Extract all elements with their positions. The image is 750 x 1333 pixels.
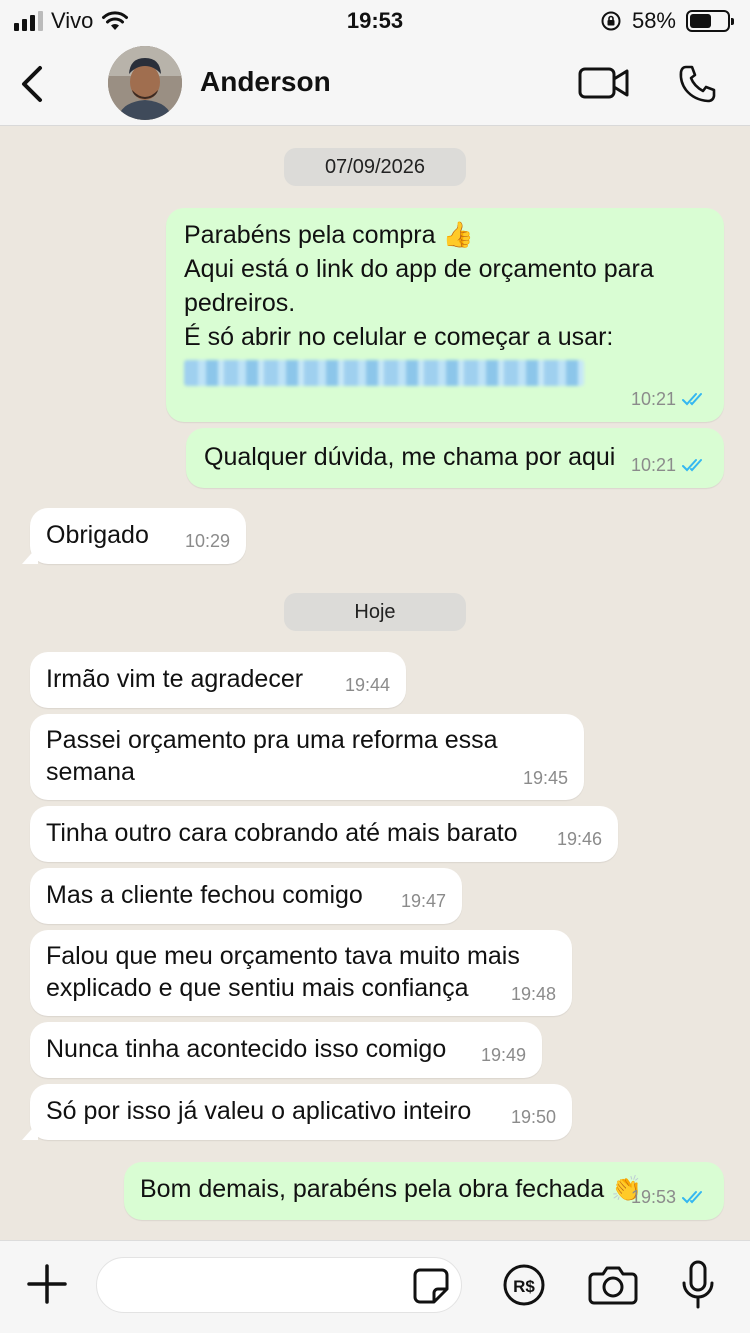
message-meta: 19:53 bbox=[631, 1180, 708, 1214]
chat-header: Anderson bbox=[0, 44, 750, 126]
message-meta: 19:45 bbox=[523, 762, 568, 794]
message-input[interactable] bbox=[96, 1257, 462, 1313]
plus-icon[interactable] bbox=[26, 1263, 68, 1305]
message-text: pedreiros. bbox=[184, 289, 296, 317]
message-text: Só por isso já valeu o aplicativo inteir… bbox=[46, 1097, 472, 1125]
read-ticks-icon bbox=[682, 393, 702, 406]
message-incoming[interactable]: Passei orçamento pra uma reforma essa se… bbox=[30, 714, 584, 800]
message-meta: 19:50 bbox=[511, 1100, 556, 1134]
message-time: 19:47 bbox=[400, 891, 446, 911]
message-text: semana bbox=[46, 758, 135, 786]
message-time: 19:45 bbox=[522, 768, 568, 788]
message-time: 19:50 bbox=[510, 1107, 556, 1127]
message-incoming[interactable]: Falou que meu orçamento tava muito mais … bbox=[30, 930, 572, 1016]
message-text: Aqui está o link do app de orçamento par… bbox=[184, 255, 654, 283]
message-text: É só abrir no celular e começar a usar: bbox=[184, 323, 614, 351]
message-meta: 19:44 bbox=[345, 668, 390, 702]
pay-label: R$ bbox=[513, 1277, 535, 1296]
contact-name[interactable]: Anderson bbox=[200, 66, 331, 98]
message-meta: 19:46 bbox=[557, 822, 602, 856]
message-text: Bom demais, parabéns pela obra fechada 👏 bbox=[140, 1175, 643, 1203]
phone-call-icon[interactable] bbox=[678, 64, 718, 104]
message-text: Parabéns pela compra 👍 bbox=[184, 221, 474, 249]
status-bar: Vivo 19:53 58% bbox=[0, 0, 750, 44]
message-meta: 10:21 bbox=[631, 382, 708, 416]
message-time: 19:53 bbox=[630, 1187, 676, 1207]
message-outgoing[interactable]: Qualquer dúvida, me chama por aqui 10:21 bbox=[186, 428, 724, 488]
message-time: 10:29 bbox=[184, 531, 230, 551]
message-text: Nunca tinha acontecido isso comigo bbox=[46, 1035, 447, 1063]
microphone-icon[interactable] bbox=[680, 1259, 716, 1311]
message-list[interactable]: 07/09/2026 Parabéns pela compra 👍 Aqui e… bbox=[0, 127, 750, 1240]
message-text: Tinha outro cara cobrando até mais barat… bbox=[46, 819, 518, 847]
battery-percent: 58% bbox=[631, 8, 676, 33]
pay-circle-icon: R$ bbox=[503, 1264, 545, 1306]
message-incoming[interactable]: Só por isso já valeu o aplicativo inteir… bbox=[30, 1084, 572, 1140]
avatar-photo bbox=[108, 46, 182, 120]
message-text: Passei orçamento pra uma reforma essa bbox=[46, 726, 498, 754]
message-meta: 10:21 bbox=[631, 448, 708, 482]
message-incoming[interactable]: Irmão vim te agradecer 19:44 bbox=[30, 652, 406, 708]
message-text: Mas a cliente fechou comigo bbox=[46, 881, 363, 909]
message-incoming[interactable]: Tinha outro cara cobrando até mais barat… bbox=[30, 806, 618, 862]
read-ticks-icon bbox=[682, 1191, 702, 1204]
message-text: Obrigado bbox=[46, 521, 149, 549]
battery-icon bbox=[686, 10, 734, 32]
avatar[interactable] bbox=[108, 46, 182, 120]
message-outgoing[interactable]: Parabéns pela compra 👍 Aqui está o link … bbox=[166, 208, 724, 422]
message-meta: 19:47 bbox=[401, 884, 446, 918]
message-text: explicado e que sentiu mais confiança bbox=[46, 974, 469, 1002]
message-time: 19:49 bbox=[480, 1045, 526, 1065]
video-call-icon[interactable] bbox=[578, 66, 630, 100]
message-meta: 19:48 bbox=[511, 978, 556, 1010]
message-incoming[interactable]: Nunca tinha acontecido isso comigo 19:49 bbox=[30, 1022, 542, 1078]
payment-button[interactable]: R$ bbox=[502, 1263, 546, 1312]
message-time: 19:48 bbox=[510, 984, 556, 1004]
message-text: Qualquer dúvida, me chama por aqui bbox=[204, 443, 616, 471]
sticker-icon[interactable] bbox=[412, 1267, 450, 1305]
date-separator: Hoje bbox=[284, 593, 466, 631]
message-outgoing[interactable]: Bom demais, parabéns pela obra fechada 👏… bbox=[124, 1162, 724, 1220]
message-time: 19:44 bbox=[344, 675, 390, 695]
composer-bar: R$ bbox=[0, 1240, 750, 1333]
read-ticks-icon bbox=[682, 459, 702, 472]
status-right: 58% bbox=[600, 8, 734, 34]
blurred-link[interactable] bbox=[184, 360, 584, 386]
message-text: Irmão vim te agradecer bbox=[46, 665, 304, 693]
camera-icon[interactable] bbox=[588, 1265, 638, 1305]
date-separator: 07/09/2026 bbox=[284, 148, 466, 186]
message-meta: 19:49 bbox=[481, 1038, 526, 1072]
message-text: Falou que meu orçamento tava muito mais bbox=[46, 942, 520, 970]
message-incoming[interactable]: Mas a cliente fechou comigo 19:47 bbox=[30, 868, 462, 924]
message-time: 10:21 bbox=[630, 389, 676, 409]
message-time: 19:46 bbox=[556, 829, 602, 849]
message-meta: 10:29 bbox=[185, 524, 230, 558]
back-arrow-icon[interactable] bbox=[14, 62, 54, 106]
battery-level bbox=[690, 14, 711, 28]
message-time: 10:21 bbox=[630, 455, 676, 475]
message-incoming[interactable]: Obrigado 10:29 bbox=[30, 508, 246, 564]
rotation-lock-icon bbox=[601, 11, 621, 31]
